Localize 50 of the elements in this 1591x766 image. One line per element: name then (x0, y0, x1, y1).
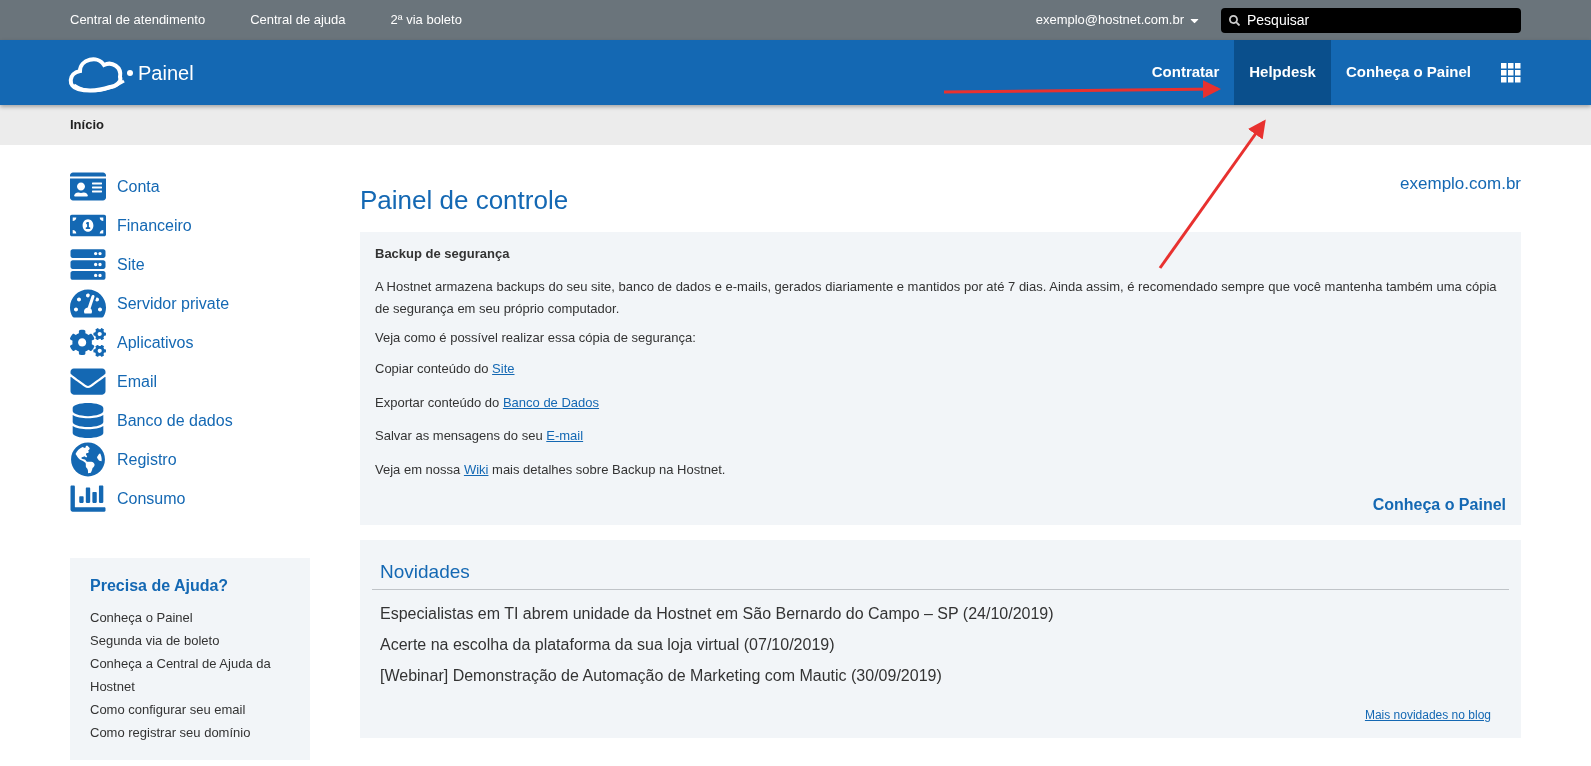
account-menu[interactable]: exemplo@hostnet.com.br (1035, 10, 1201, 30)
nav-link[interactable]: Conheça o Painel (1330, 40, 1486, 105)
sidebar-item[interactable]: Site (70, 249, 310, 280)
backup-link[interactable]: Site (492, 361, 515, 376)
news-item[interactable]: [Webinar] Demonstração de Automação de Marketing com Mautic (30/09/2019) (380, 665, 1501, 686)
sidebar-item[interactable]: Servidor private (70, 288, 310, 319)
backup-title: Backup de segurança (375, 245, 511, 263)
backup-link[interactable]: Wiki (463, 461, 489, 477)
sidebar-item[interactable]: Email (70, 366, 310, 397)
breadcrumb: Início (70, 116, 104, 135)
backup-step: Salvar as mensagens do seu E-mail (375, 426, 1506, 446)
backup-step: Veja em nossa Wiki mais detalhes sobre Backup na Hostnet. (375, 459, 1506, 479)
help-link[interactable]: Como registrar seu domínio (90, 721, 290, 744)
search-field[interactable]: Pesquisar (1221, 7, 1521, 33)
backup-step: Copiar conteúdo do Site (375, 359, 1506, 379)
backup-link[interactable]: Banco de Dados (502, 394, 600, 410)
sidebar-item[interactable]: Consumo (70, 483, 310, 514)
backup-link[interactable]: E-mail (546, 428, 584, 443)
page-title: Painel de controle (360, 184, 569, 217)
help-link[interactable]: Segunda via de boleto (90, 629, 290, 652)
server-icon (70, 247, 106, 282)
globe-icon (70, 442, 106, 477)
sidebar-item[interactable]: Financeiro (70, 210, 310, 241)
nav-link[interactable]: Helpdesk (1234, 40, 1331, 105)
help-link[interactable]: Conheça o Painel (90, 606, 290, 629)
nav-link[interactable]: Contratar (1136, 40, 1235, 105)
brand-name: Painel (138, 60, 194, 86)
sidebar-item[interactable]: Aplicativos (70, 327, 310, 358)
backup-step: Exportar conteúdo do Banco de Dados (375, 392, 1506, 412)
news-item[interactable]: Acerte na escolha da plataforma da sua loja virtual (07/10/2019) (380, 634, 1501, 655)
backup-text: Veja como é possível realizar essa cópia de segurança: (375, 328, 697, 347)
news-item[interactable]: Especialistas em TI abrem unidade da Hostnet em São Bernardo do Campo – SP (24/10/2019) (380, 603, 1501, 624)
domain-name: exemplo.com.br (1400, 173, 1521, 195)
help-title: Precisa de Ajuda? (90, 576, 230, 596)
database-icon (70, 403, 106, 438)
blog-link[interactable]: Mais novidades no blog (1364, 705, 1491, 724)
panel-link[interactable]: Conheça o Painel (1372, 493, 1506, 517)
grid-menu-icon[interactable] (1501, 62, 1521, 83)
sidebar-item[interactable]: Banco de dados (70, 405, 310, 436)
sidebar-item[interactable]: Registro (70, 444, 310, 475)
news-title: Novidades (372, 558, 1509, 590)
top-link[interactable]: 2ª via boleto (390, 10, 462, 30)
help-link[interactable]: Conheça a Central de Ajuda da Hostnet (90, 652, 290, 698)
search-icon (1229, 14, 1240, 26)
top-link[interactable]: Central de ajuda (250, 10, 346, 30)
gears-icon (70, 325, 106, 360)
backup-text: A Hostnet armazena backups do seu site, banco de dados e e-mails, gerados diariamente e mantidos por até 7 dias. Ainda assim, é recomendado sempre que você mantenha também uma cópia de segurança em seu próprio computador. (375, 277, 1498, 318)
help-link[interactable]: Como configurar seu email (90, 698, 290, 721)
top-link[interactable]: Central de atendimento (70, 10, 206, 30)
sidebar-item[interactable]: Conta (70, 171, 310, 202)
